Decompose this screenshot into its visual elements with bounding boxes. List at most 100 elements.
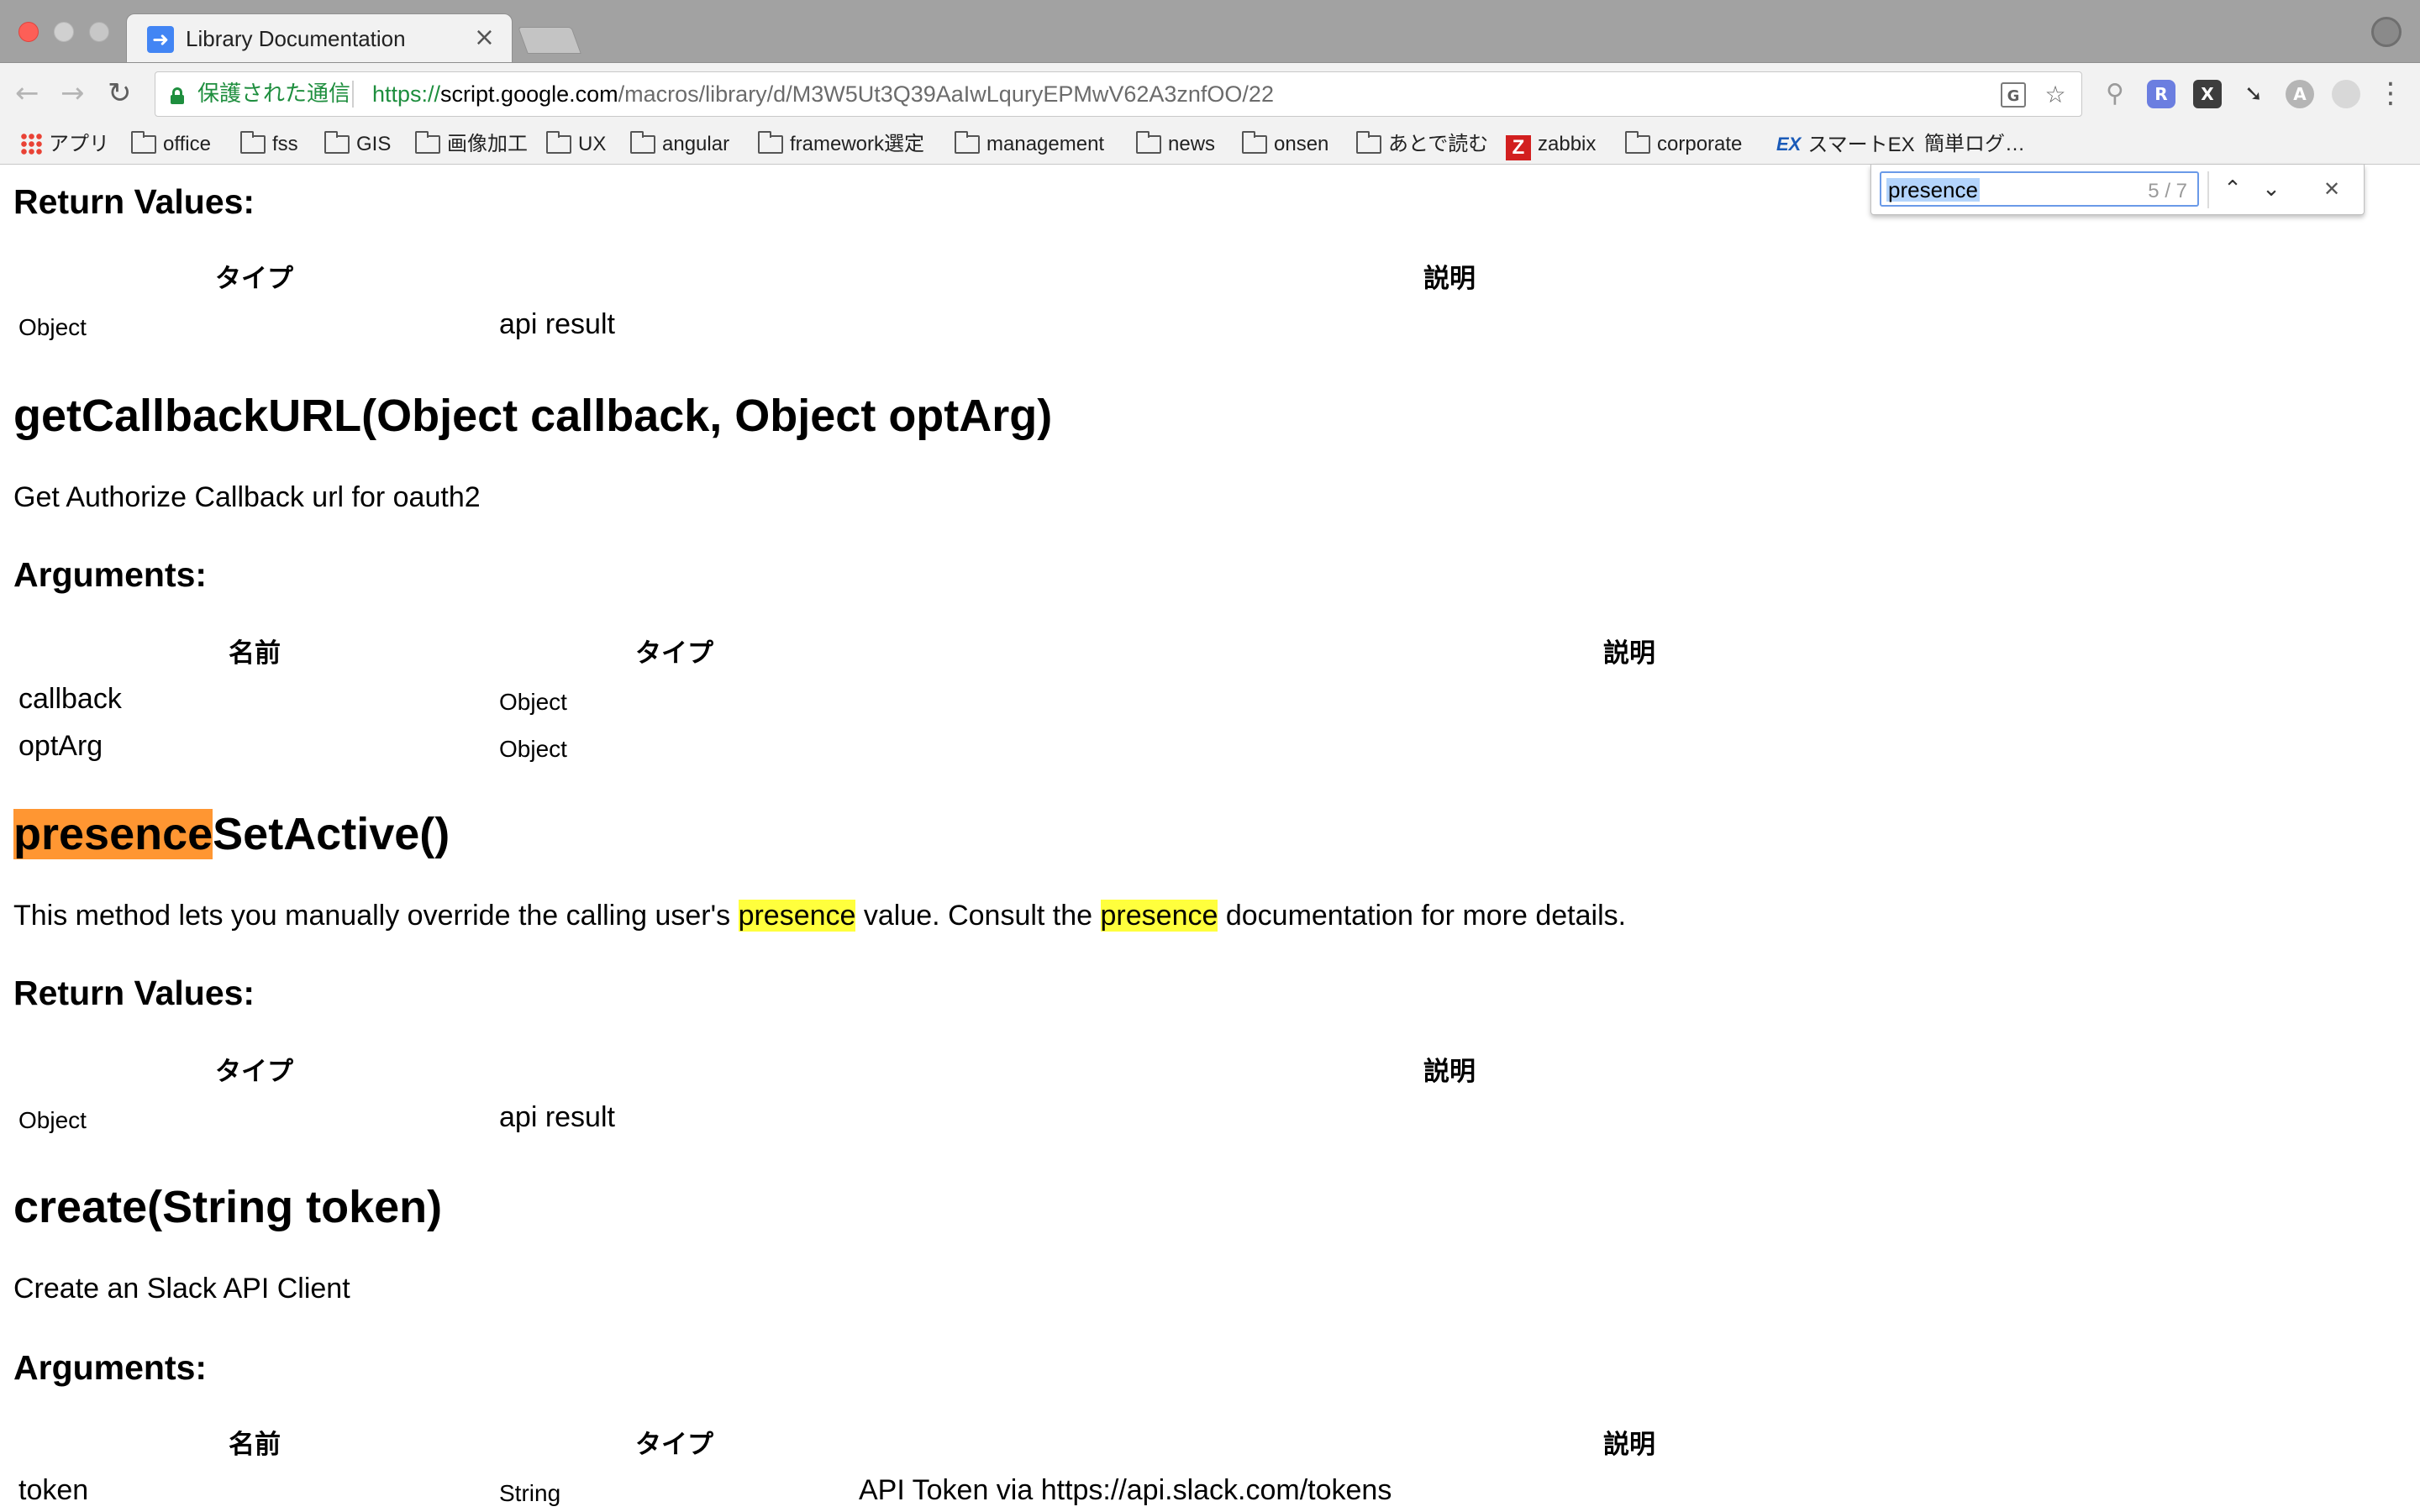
method-title-presencesetactive: presenceSetActive() (13, 808, 450, 860)
column-header-description: 説明 (1423, 1057, 1476, 1086)
x-extension-icon[interactable]: X (2193, 80, 2222, 108)
browser-toolbar: ← → ↻ 保護された通信 https://script.google.com/… (0, 62, 2420, 124)
cursor-extension-icon[interactable]: ➘ (2239, 80, 2268, 108)
return-values-heading: Return Values: (13, 974, 255, 1012)
new-tab-button[interactable] (518, 27, 581, 54)
bookmark-label: framework選定 (790, 133, 925, 155)
location-pin-extension-icon[interactable]: ⚲ (2101, 80, 2129, 108)
close-window-button[interactable] (18, 22, 39, 42)
find-input[interactable]: presence 5 / 7 (1880, 171, 2199, 207)
bookmark-folder-framework[interactable]: framework選定 (758, 129, 924, 160)
reload-button[interactable]: ↻ (108, 78, 132, 108)
method-title-create: create(String token) (13, 1182, 443, 1232)
folder-icon (1625, 131, 1650, 154)
argument-name-cell: optArg (18, 730, 103, 762)
tab-title: Library Documentation (186, 26, 406, 51)
bookmark-folder-read-later[interactable]: あとで読む (1356, 129, 1488, 160)
find-next-chevron-down-icon[interactable]: ⌄ (2254, 173, 2288, 205)
bookmark-folder-news[interactable]: news (1136, 129, 1215, 160)
argument-name-cell: token (18, 1474, 89, 1506)
argument-description-cell: API Token via https://api.slack.com/toke… (859, 1474, 1392, 1506)
folder-icon (1242, 131, 1267, 154)
bookmark-smart-ex[interactable]: EX スマートEX (1776, 129, 1915, 160)
method-title-rest: SetActive() (213, 809, 450, 859)
profile-icon[interactable] (2371, 17, 2402, 47)
tab-strip: ➜ Library Documentation × (0, 0, 2420, 62)
bookmarks-bar: アプリ office fss GIS 画像加工 UX angular frame… (0, 124, 2420, 165)
bookmark-label: onsen (1274, 133, 1329, 155)
arguments-heading: Arguments: (13, 1348, 208, 1387)
find-query-text[interactable]: presence (1886, 178, 1980, 202)
zabbix-icon: Z (1506, 135, 1531, 160)
description-text: value. Consult the (855, 900, 1101, 932)
bookmark-folder-fss[interactable]: fss (240, 129, 298, 160)
find-bar: presence 5 / 7 ⌃ ⌄ ✕ (1870, 165, 2365, 215)
folder-icon (955, 131, 980, 154)
apps-grid-icon (20, 133, 42, 155)
kebab-menu-icon[interactable]: ⋮ (2376, 76, 2405, 110)
folder-icon (240, 131, 266, 154)
secure-connection-label[interactable]: 保護された通信 (197, 81, 350, 107)
bookmark-folder-onsen[interactable]: onsen (1242, 129, 1328, 160)
url-text[interactable]: https://script.google.com/macros/library… (372, 81, 1274, 107)
smart-ex-icon: EX (1776, 134, 1802, 155)
maximize-window-button[interactable] (89, 22, 109, 42)
translate-icon[interactable]: G (2001, 82, 2026, 108)
folder-icon (415, 131, 440, 154)
description-text: documentation for more details. (1218, 900, 1627, 932)
bookmark-folder-management[interactable]: management (955, 129, 1104, 160)
bookmark-easy-log[interactable]: 簡単ログ… (1924, 129, 2025, 160)
method-description: Create an Slack API Client (13, 1273, 350, 1305)
description-text: This method lets you manually override t… (13, 900, 739, 932)
back-button[interactable]: ← (15, 78, 39, 108)
bookmark-label: UX (578, 133, 607, 155)
bookmark-label: zabbix (1538, 133, 1597, 155)
bookmark-label: corporate (1657, 133, 1743, 155)
minimize-window-button[interactable] (54, 22, 74, 42)
bookmark-folder-image[interactable]: 画像加工 (415, 129, 528, 160)
bookmark-zabbix[interactable]: Zzabbix (1506, 129, 1596, 160)
bookmark-folder-angular[interactable]: angular (630, 129, 729, 160)
find-close-icon[interactable]: ✕ (2315, 173, 2349, 205)
bookmark-label: スマートEX (1807, 134, 1915, 156)
argument-type-cell: Object (499, 736, 567, 762)
bookmark-label: fss (272, 133, 298, 155)
return-values-heading: Return Values: (13, 182, 255, 221)
find-match-active: presence (13, 809, 213, 859)
column-header-description: 説明 (1423, 264, 1476, 293)
bookmark-folder-ux[interactable]: UX (546, 129, 606, 160)
angular-extension-icon[interactable]: A (2286, 80, 2314, 108)
method-title-getcallbackurl: getCallbackURL(Object callback, Object o… (13, 391, 1053, 441)
argument-type-cell: String (499, 1480, 561, 1506)
bookmark-star-icon[interactable]: ☆ (2043, 82, 2068, 108)
bookmark-folder-corporate[interactable]: corporate (1625, 129, 1742, 160)
tab-close-icon[interactable]: × (474, 24, 495, 51)
r-extension-icon[interactable]: R (2147, 80, 2175, 108)
argument-name-cell: callback (18, 683, 122, 715)
argument-type-cell: Object (499, 689, 567, 715)
circle-extension-icon[interactable] (2332, 80, 2360, 108)
address-bar[interactable]: 保護された通信 https://script.google.com/macros… (155, 71, 2082, 117)
tab-library-documentation[interactable]: ➜ Library Documentation × (126, 13, 513, 62)
url-host: script.google.com (440, 81, 618, 107)
arguments-heading: Arguments: (13, 555, 208, 594)
bookmark-label: あとで読む (1388, 133, 1489, 155)
folder-icon (758, 131, 783, 154)
return-description-cell: api result (499, 1101, 615, 1133)
bookmark-folder-gis[interactable]: GIS (324, 129, 391, 160)
folder-icon (324, 131, 350, 154)
bookmark-folder-office[interactable]: office (131, 129, 211, 160)
column-header-description: 説明 (1603, 1430, 1655, 1459)
folder-icon (546, 131, 571, 154)
bookmark-apps[interactable]: アプリ (20, 129, 109, 160)
column-header-type: タイプ (635, 638, 713, 668)
bookmark-label: 簡単ログ… (1924, 133, 2025, 155)
method-description: This method lets you manually override t… (13, 899, 1626, 932)
bookmark-label: office (163, 133, 211, 155)
find-previous-chevron-up-icon[interactable]: ⌃ (2216, 173, 2249, 205)
find-match: presence (1100, 900, 1218, 932)
lock-icon[interactable] (171, 87, 184, 104)
column-header-type: タイプ (635, 1430, 713, 1459)
forward-button[interactable]: → (60, 78, 85, 108)
url-separator (352, 81, 354, 108)
